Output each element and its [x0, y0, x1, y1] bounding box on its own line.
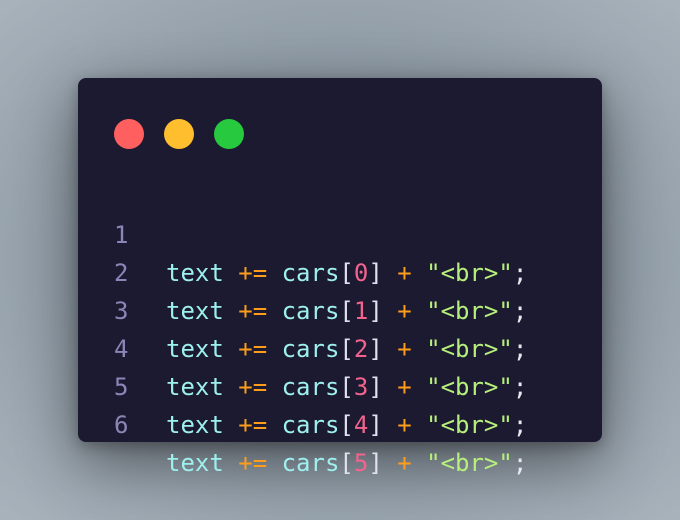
line-number: 6 [114, 411, 129, 439]
token-bracket: [ [339, 449, 354, 477]
code-line: 1 text += cars[0] + "<br>"; [78, 178, 602, 287]
token-bracket: ] [368, 411, 383, 439]
token-semicolon: ; [512, 411, 528, 439]
token-operator: += [238, 449, 268, 477]
token-operator: + [397, 411, 412, 439]
token-operator: + [397, 449, 412, 477]
token-identifier: cars [281, 411, 340, 439]
code-window: 1 text += cars[0] + "<br>"; 2 text += ca… [78, 78, 602, 477]
token-index: 5 [353, 449, 369, 477]
code-line: 4 text += cars[3] + "<br>"; [78, 292, 602, 401]
token-operator: += [238, 411, 268, 439]
token-string: "<br>" [426, 411, 513, 439]
token-identifier: cars [281, 449, 340, 477]
token-string: "<br>" [426, 449, 513, 477]
code-line: 5 text += cars[4] + "<br>"; [78, 330, 602, 439]
token-semicolon: ; [512, 449, 528, 477]
code-line: 6 text += cars[5] + "<br>"; [78, 368, 602, 477]
token-index: 4 [353, 411, 369, 439]
maximize-button[interactable] [214, 119, 244, 149]
code-text: text += cars[4] + "<br>"; [166, 406, 527, 444]
token-variable: text [166, 449, 224, 477]
code-line: 3 text += cars[2] + "<br>"; [78, 254, 602, 363]
code-text: text += cars[5] + "<br>"; [166, 444, 527, 482]
minimize-button[interactable] [164, 119, 194, 149]
token-variable: text [166, 411, 224, 439]
code-line: 2 text += cars[1] + "<br>"; [78, 216, 602, 325]
close-button[interactable] [114, 119, 144, 149]
token-bracket: ] [368, 449, 383, 477]
token-bracket: [ [339, 411, 354, 439]
window-controls [114, 119, 244, 149]
